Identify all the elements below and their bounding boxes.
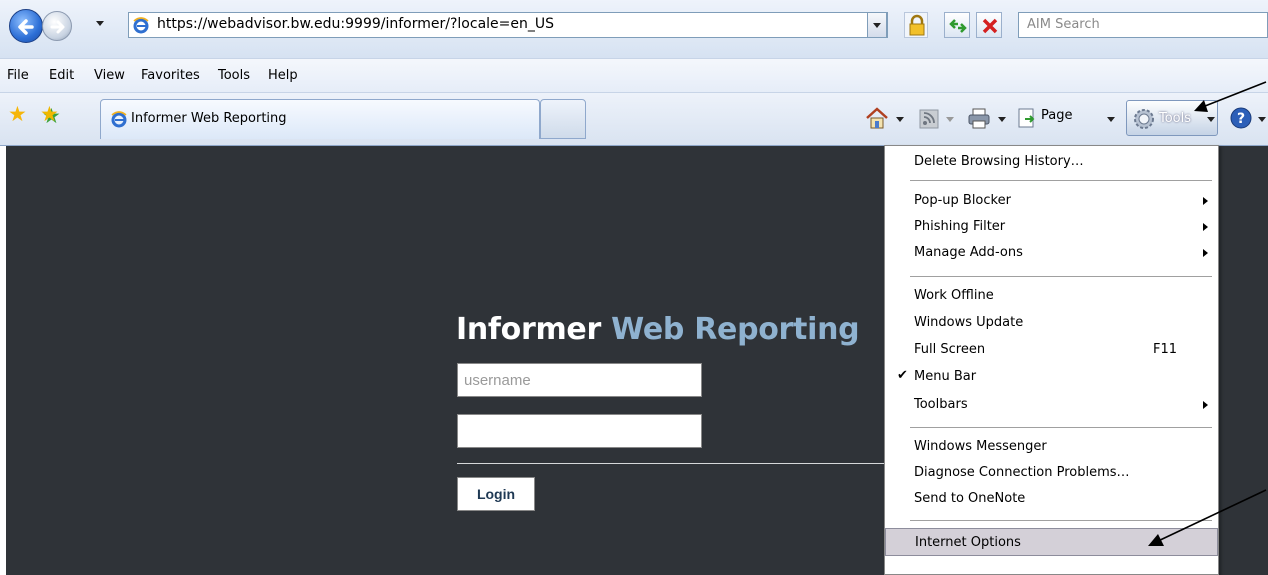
tools-menu-button[interactable]: Tools bbox=[1126, 100, 1218, 136]
tab-informer-web-reporting[interactable]: Informer Web Reporting bbox=[100, 99, 540, 139]
tab-title: Informer Web Reporting bbox=[131, 111, 287, 126]
menu-item-full-screen[interactable]: Full Screen F11 bbox=[885, 337, 1218, 363]
menu-item-diagnose-connection[interactable]: Diagnose Connection Problems… bbox=[885, 460, 1218, 486]
home-dropdown-icon[interactable] bbox=[896, 117, 904, 122]
favorites-center-star-icon[interactable]: ★ bbox=[8, 104, 27, 125]
back-arrow-icon bbox=[18, 19, 34, 35]
address-field[interactable]: https://webadvisor.bw.edu:9999/informer/… bbox=[128, 12, 888, 38]
url-text: https://webadvisor.bw.edu:9999/informer/… bbox=[157, 16, 554, 32]
address-dropdown-button[interactable] bbox=[867, 12, 887, 38]
refresh-icon bbox=[949, 19, 967, 33]
menu-separator bbox=[910, 180, 1212, 181]
ie-logo-icon bbox=[132, 16, 150, 34]
new-tab-button[interactable] bbox=[540, 99, 586, 139]
menu-item-menu-bar[interactable]: ✔ Menu Bar bbox=[885, 364, 1218, 390]
svg-text:?: ? bbox=[1237, 111, 1245, 127]
menu-item-toolbars[interactable]: Toolbars bbox=[885, 392, 1218, 418]
menu-file[interactable]: File bbox=[7, 68, 29, 83]
menu-bar: File Edit View Favorites Tools Help bbox=[0, 58, 1268, 92]
menu-item-internet-options[interactable]: Internet Options bbox=[885, 528, 1218, 556]
address-bar: https://webadvisor.bw.edu:9999/informer/… bbox=[0, 0, 1268, 58]
login-button[interactable]: Login bbox=[457, 477, 535, 511]
security-lock-button[interactable] bbox=[904, 12, 928, 38]
menu-edit[interactable]: Edit bbox=[49, 68, 74, 83]
submenu-arrow-icon bbox=[1203, 249, 1208, 257]
menu-help[interactable]: Help bbox=[268, 68, 298, 83]
add-favorite-star-icon[interactable]: ★ bbox=[40, 104, 59, 125]
menu-item-manage-addons[interactable]: Manage Add-ons bbox=[885, 240, 1218, 266]
shortcut-f11: F11 bbox=[1153, 342, 1178, 357]
feeds-dropdown-icon[interactable] bbox=[946, 117, 954, 122]
informer-logo-title: Informer Web Reporting bbox=[456, 312, 860, 347]
tools-label: Tools bbox=[1159, 111, 1192, 126]
back-button[interactable] bbox=[9, 9, 43, 43]
username-input[interactable] bbox=[457, 363, 702, 397]
ie-logo-icon bbox=[111, 111, 127, 128]
refresh-button[interactable] bbox=[944, 12, 970, 38]
checkmark-icon: ✔ bbox=[897, 368, 908, 383]
tools-dropdown-icon bbox=[1207, 117, 1215, 122]
submenu-arrow-icon bbox=[1203, 197, 1208, 205]
page-label: Page bbox=[1041, 108, 1073, 123]
menu-tools[interactable]: Tools bbox=[218, 68, 250, 83]
page-dropdown-icon bbox=[1107, 117, 1115, 122]
menu-item-work-offline[interactable]: Work Offline bbox=[885, 283, 1218, 309]
recent-pages-dropdown-icon[interactable] bbox=[96, 21, 104, 26]
submenu-arrow-icon bbox=[1203, 401, 1208, 409]
menu-separator bbox=[910, 276, 1212, 277]
tools-dropdown-menu: Delete Browsing History… Pop-up Blocker … bbox=[884, 145, 1219, 575]
help-icon[interactable]: ? bbox=[1228, 105, 1254, 131]
page-icon bbox=[1018, 108, 1035, 128]
chevron-down-icon bbox=[873, 23, 881, 28]
menu-favorites[interactable]: Favorites bbox=[141, 68, 200, 83]
gear-icon bbox=[1134, 109, 1154, 129]
menu-item-windows-update[interactable]: Windows Update bbox=[885, 310, 1218, 336]
menu-item-send-to-onenote[interactable]: Send to OneNote bbox=[885, 486, 1218, 512]
stop-icon bbox=[982, 18, 998, 34]
title-web-reporting: Web Reporting bbox=[611, 312, 860, 347]
menu-separator bbox=[910, 427, 1212, 428]
divider bbox=[457, 463, 887, 464]
tab-bar: ★ ★ Informer Web Reporting Page Tools ? bbox=[0, 92, 1268, 146]
lock-icon bbox=[909, 14, 925, 36]
print-dropdown-icon[interactable] bbox=[998, 117, 1006, 122]
search-placeholder: AIM Search bbox=[1027, 17, 1100, 32]
print-icon[interactable] bbox=[966, 105, 992, 131]
menu-item-popup-blocker[interactable]: Pop-up Blocker bbox=[885, 188, 1218, 214]
search-field[interactable]: AIM Search bbox=[1018, 12, 1268, 38]
home-icon[interactable] bbox=[864, 105, 890, 131]
password-input[interactable] bbox=[457, 414, 702, 448]
submenu-arrow-icon bbox=[1203, 223, 1208, 231]
menu-item-delete-browsing-history[interactable]: Delete Browsing History… bbox=[885, 149, 1218, 175]
feeds-icon[interactable] bbox=[918, 105, 940, 131]
forward-arrow-icon bbox=[50, 20, 65, 34]
title-informer: Informer bbox=[456, 312, 601, 347]
menu-item-windows-messenger[interactable]: Windows Messenger bbox=[885, 434, 1218, 460]
help-dropdown-icon[interactable] bbox=[1258, 117, 1266, 122]
menu-separator bbox=[910, 520, 1212, 521]
forward-button[interactable] bbox=[42, 11, 72, 41]
menu-view[interactable]: View bbox=[94, 68, 125, 83]
page-menu-button[interactable]: Page bbox=[1010, 105, 1115, 131]
stop-button[interactable] bbox=[976, 12, 1002, 38]
menu-item-phishing-filter[interactable]: Phishing Filter bbox=[885, 214, 1218, 240]
